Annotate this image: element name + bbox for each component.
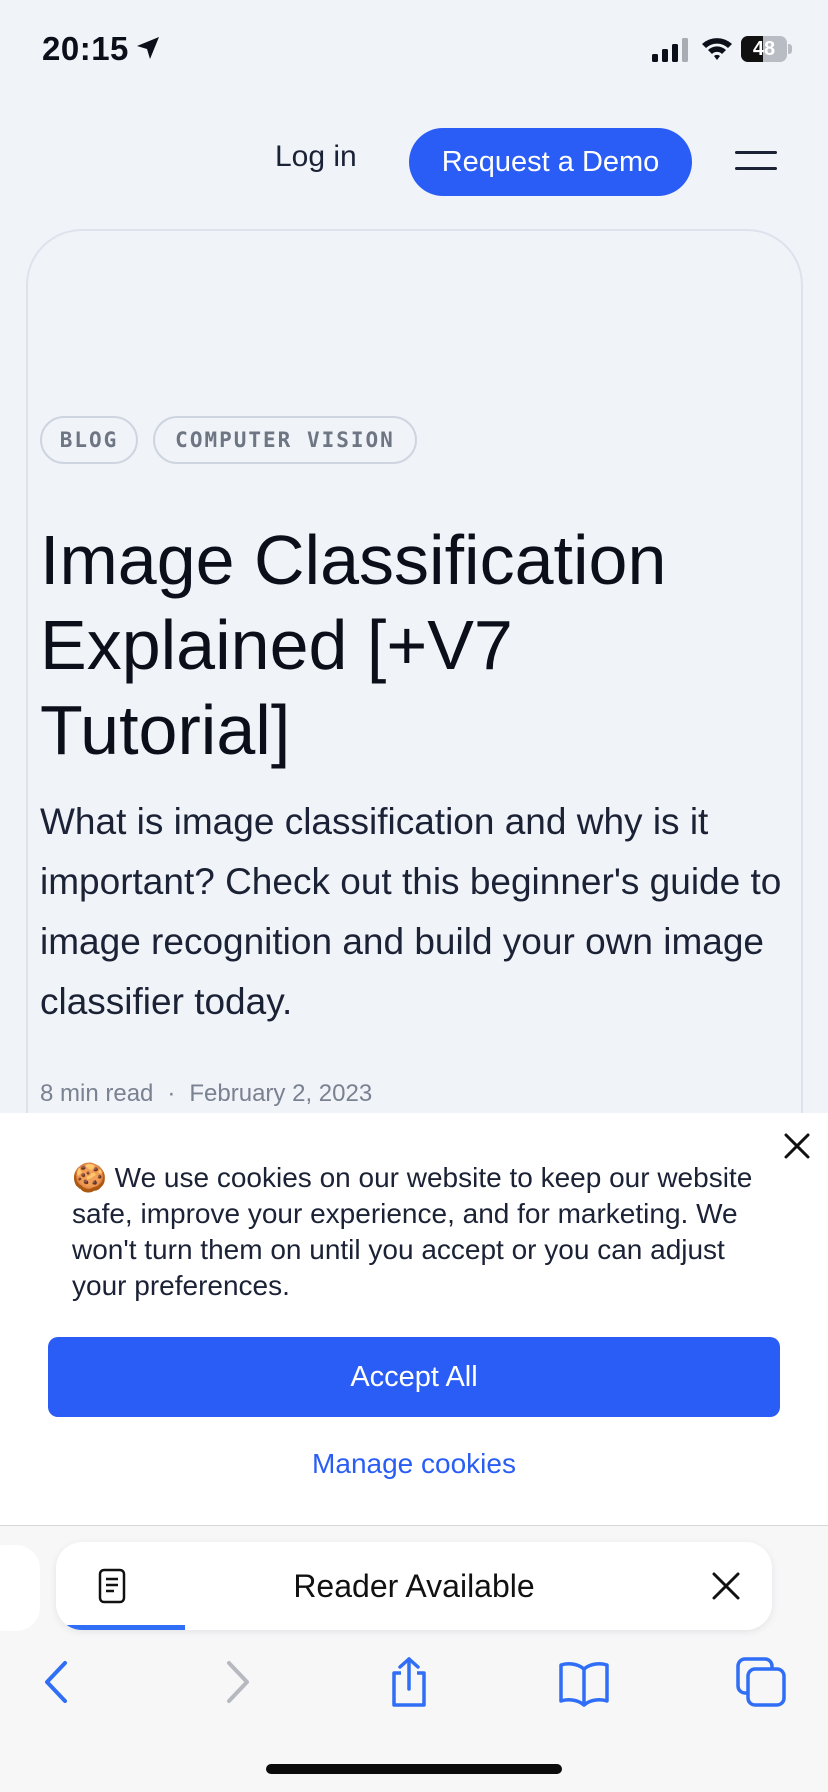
previous-tab-preview[interactable] [0, 1545, 40, 1631]
home-indicator[interactable] [266, 1764, 562, 1774]
cookie-message: 🍪 We use cookies on our website to keep … [72, 1160, 772, 1304]
hamburger-menu-icon[interactable] [735, 151, 777, 173]
publish-date: February 2, 2023 [189, 1080, 373, 1107]
meta-separator: · [167, 1080, 176, 1107]
read-time: 8 min read [40, 1080, 154, 1107]
battery-level: 48 [752, 38, 776, 60]
forward-icon[interactable] [209, 1655, 263, 1709]
location-arrow-icon [137, 37, 159, 59]
page: 20:15 48 Log in Request a Demo BLOG COMP… [0, 0, 828, 1792]
article-subtitle: What is image classification and why is … [40, 801, 782, 1022]
tag-computer-vision[interactable]: COMPUTER VISION [153, 416, 417, 464]
request-demo-button[interactable]: Request a Demo [409, 128, 692, 196]
reader-available-label: Reader Available [293, 1568, 535, 1604]
status-time: 20:15 [42, 30, 129, 67]
tag-blog[interactable]: BLOG [40, 416, 138, 464]
tabs-icon[interactable] [734, 1655, 788, 1709]
battery-icon: 48 [741, 36, 792, 62]
bookmarks-icon[interactable] [557, 1655, 611, 1709]
cookie-icon: 🍪 [72, 1162, 107, 1193]
article-title: Image Classification Explained [+V7 Tuto… [40, 521, 667, 769]
close-icon[interactable] [782, 1131, 812, 1161]
reader-available-bar[interactable]: Reader Available [56, 1542, 772, 1630]
close-icon[interactable] [710, 1570, 742, 1602]
cellular-signal-icon [652, 38, 688, 62]
accept-all-button[interactable]: Accept All [48, 1337, 780, 1417]
page-load-progress [56, 1625, 185, 1630]
wifi-icon [702, 38, 732, 60]
back-icon[interactable] [31, 1655, 85, 1709]
status-bar: 20:15 48 [0, 0, 828, 100]
share-icon[interactable] [382, 1655, 436, 1709]
article-meta: 8 min read · February 2, 2023 [40, 1080, 372, 1108]
login-link[interactable]: Log in [275, 140, 357, 174]
manage-cookies-link[interactable]: Manage cookies [0, 1448, 828, 1480]
cookie-text: We use cookies on our website to keep ou… [72, 1162, 753, 1301]
